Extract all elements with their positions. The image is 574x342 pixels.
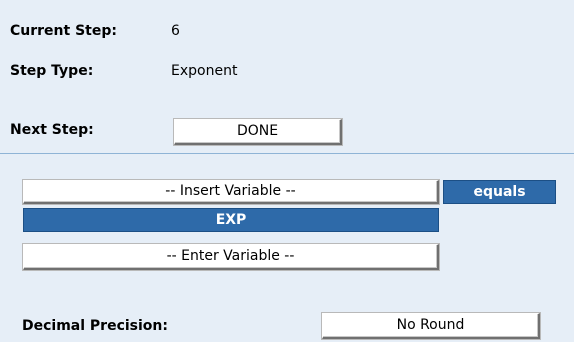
exp-function-bar[interactable]: EXP [23, 208, 439, 232]
decimal-precision-label: Decimal Precision: [22, 318, 168, 334]
current-step-value: 6 [171, 23, 180, 39]
equals-operator[interactable]: equals [443, 180, 556, 204]
current-step-label: Current Step: [10, 23, 117, 39]
formula-section: -- Insert Variable -- equals EXP -- Ente… [0, 154, 574, 342]
decimal-precision-button[interactable]: No Round [322, 313, 540, 339]
next-step-button[interactable]: DONE [174, 119, 342, 145]
next-step-label: Next Step: [10, 122, 94, 138]
step-editor-panel: Current Step: 6 Step Type: Exponent Next… [0, 0, 574, 342]
step-type-value: Exponent [171, 63, 238, 79]
step-type-label: Step Type: [10, 63, 94, 79]
enter-variable-button[interactable]: -- Enter Variable -- [23, 244, 439, 270]
insert-variable-button[interactable]: -- Insert Variable -- [23, 180, 439, 204]
step-info-section: Current Step: 6 Step Type: Exponent Next… [0, 0, 574, 153]
